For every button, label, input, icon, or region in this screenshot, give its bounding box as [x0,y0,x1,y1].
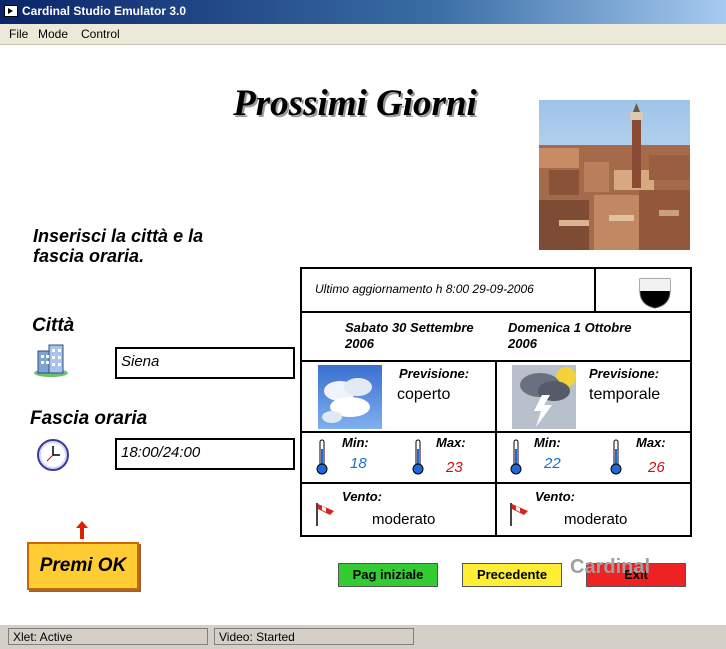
ok-button[interactable]: Premi OK [27,542,139,590]
instructions-line1: Inserisci la città e la [33,226,204,246]
siena-crest-icon [638,277,672,309]
day1-max-value: 23 [446,459,463,476]
day2-wind-label: Vento: [535,489,575,504]
clock-icon [36,438,70,472]
day2-max-value: 26 [648,459,665,476]
thermometer-icon [510,439,522,475]
day1-wind-value: moderato [372,511,436,528]
menu-bar: File Mode Control [0,24,726,45]
app-icon [4,5,18,17]
home-button[interactable]: Pag iniziale [338,563,438,587]
storm-icon [512,365,576,429]
city-label: Città [32,315,75,336]
xlet-status: Xlet: Active [8,628,208,645]
previous-button[interactable]: Precedente [462,563,562,587]
day1-min-value: 18 [350,455,367,472]
day1-date-line2: 2006 [345,336,374,351]
day2-date-line2: 2006 [508,336,537,351]
thermometer-icon [316,439,328,475]
menu-control[interactable]: Control [81,27,120,41]
day1-max-label: Max: [436,435,466,450]
day2-forecast-label: Previsione: [589,366,660,381]
wind-flag-icon [508,501,530,527]
menu-file[interactable]: File [9,27,28,41]
wind-flag-icon [314,501,336,527]
instructions-line2: fascia oraria. [33,246,145,266]
time-slot-label: Fascia oraria [30,408,148,429]
thermometer-icon [412,439,424,475]
city-input[interactable]: Siena [115,347,295,379]
cloudy-icon [318,365,382,429]
window-title: Cardinal Studio Emulator 3.0 [22,4,187,18]
arrow-up-icon [76,521,88,539]
video-status: Video: Started [214,628,414,645]
window-titlebar: Cardinal Studio Emulator 3.0 [0,0,726,24]
day2-min-value: 22 [544,455,561,472]
instructions-text: Inserisci la città e la fascia oraria. [33,226,253,266]
day2-wind-value: moderato [564,511,628,528]
day1-min-label: Min: [342,435,369,450]
building-icon [33,343,69,377]
day1-forecast-label: Previsione: [399,366,470,381]
city-photo [539,100,690,250]
day1-date: Sabato 30 Settembre 2006 [345,320,474,352]
thermometer-icon [610,439,622,475]
day2-max-label: Max: [636,435,666,450]
table-divider [302,311,690,313]
day2-min-label: Min: [534,435,561,450]
table-divider [495,360,497,535]
day2-forecast-value: temporale [589,386,661,403]
status-bar: Xlet: Active Video: Started [0,624,726,649]
day1-date-line1: Sabato 30 Settembre [345,320,474,335]
day2-date-line1: Domenica 1 Ottobre [508,320,632,335]
day2-date: Domenica 1 Ottobre 2006 [508,320,632,352]
table-divider [594,269,596,311]
day1-wind-label: Vento: [342,489,382,504]
day1-forecast-value: coperto [397,386,451,403]
last-update-text: Ultimo aggiornamento h 8:00 29-09-2006 [315,282,534,296]
page-title: Prossimi Giorni [233,83,477,124]
time-slot-input[interactable]: 18:00/24:00 [115,438,295,470]
menu-mode[interactable]: Mode [38,27,68,41]
forecast-table: Ultimo aggiornamento h 8:00 29-09-2006 S… [300,267,692,537]
cardinal-logo: Cardinal [570,556,651,578]
